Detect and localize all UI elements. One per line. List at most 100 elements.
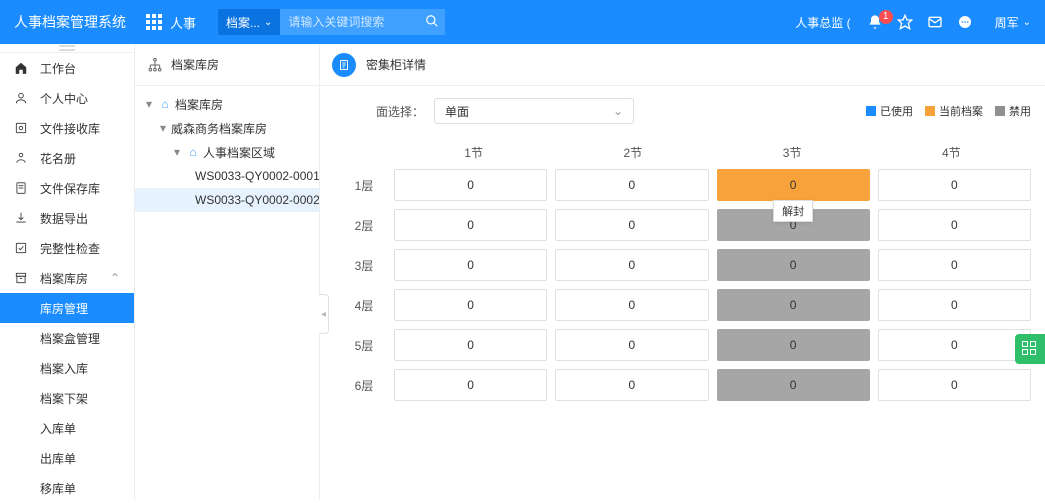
panel-collapse-handle[interactable]: ◂ [319, 294, 329, 334]
sidebar-item[interactable]: 文件保存库 [0, 173, 134, 203]
download-icon [14, 211, 32, 225]
grid-cell[interactable]: 0 [878, 369, 1031, 401]
row-label: 4层 [334, 297, 394, 314]
sidebar-item-label: 完整性检查 [40, 240, 100, 257]
notification-badge: 1 [879, 10, 893, 24]
app-title: 人事档案管理系统 [14, 12, 126, 32]
star-icon[interactable] [897, 14, 919, 30]
grid-cell[interactable]: 0 [717, 249, 870, 281]
qr-icon [1022, 341, 1038, 357]
bell-icon[interactable]: 1 [867, 14, 889, 30]
grid-cell[interactable]: 0 [555, 329, 708, 361]
search-input[interactable] [280, 9, 445, 35]
grid-cell[interactable]: 0 [878, 209, 1031, 241]
grid-cell[interactable]: 0 [394, 169, 547, 201]
grid-cell[interactable]: 0 [555, 249, 708, 281]
main-header: 密集柜详情 [320, 44, 1045, 86]
user-menu[interactable]: 周军 ⌄ [995, 14, 1031, 31]
user-name: 周军 [995, 14, 1019, 31]
hierarchy-icon [147, 57, 163, 73]
building-icon: ⌂ [157, 97, 173, 111]
tree-leaf-label: WS0033-QY0002-0001 [195, 169, 319, 183]
grid-cell[interactable]: 0 [555, 169, 708, 201]
grid-cell[interactable]: 0 [878, 169, 1031, 201]
apps-grid-icon[interactable] [146, 14, 162, 30]
sidebar-item[interactable]: 文件接收库 [0, 113, 134, 143]
qr-float-button[interactable] [1015, 334, 1045, 364]
legend-swatch-used [866, 106, 876, 116]
sidebar-item[interactable]: 档案库房⌃ [0, 263, 134, 293]
tree-node-area[interactable]: ▾ ⌂ 人事档案区域 [135, 140, 319, 164]
chevron-up-icon: ⌃ [110, 271, 120, 285]
sidebar-item-label: 个人中心 [40, 90, 88, 107]
archive-icon [14, 271, 32, 285]
tree-title: 档案库房 [171, 56, 219, 73]
sidebar-subitem[interactable]: 出库单 [0, 443, 134, 473]
sidebar-subitem[interactable]: 移库单 [0, 473, 134, 503]
tooltip: 解封 [773, 200, 813, 222]
tree-node-warehouse[interactable]: ▾ 威森商务档案库房 [135, 116, 319, 140]
row-label: 2层 [334, 217, 394, 234]
face-select-label: 面选择： [334, 103, 424, 120]
grid-row: 3层0000 [334, 249, 1031, 281]
grid-row: 6层0000 [334, 369, 1031, 401]
face-select[interactable]: 单面 ⌄ [434, 98, 634, 124]
sidebar-subitem[interactable]: 库房管理 [0, 293, 134, 323]
tree-collapse-icon: ▾ [157, 121, 169, 135]
tree-panel: 档案库房 ▾ ⌂ 档案库房 ▾ 威森商务档案库房 ▾ ⌂ 人事档案区域 WS00… [135, 44, 320, 500]
tree-leaf-label: WS0033-QY0002-0002 [195, 193, 319, 207]
grid-cell[interactable]: 0 [394, 289, 547, 321]
grid-cell[interactable]: 0 [555, 209, 708, 241]
sidebar-item-label: 花名册 [40, 150, 76, 167]
grid-cell[interactable]: 0 [394, 329, 547, 361]
grid-cell[interactable]: 0 [394, 369, 547, 401]
grid-cell[interactable]: 0 [555, 289, 708, 321]
tree-collapse-icon: ▾ [171, 145, 183, 159]
grid-cell[interactable]: 0解封 [717, 169, 870, 201]
tree-leaf[interactable]: WS0033-QY0002-0001 [135, 164, 319, 188]
doc-icon [14, 181, 32, 195]
sidebar-item[interactable]: 花名册 [0, 143, 134, 173]
grid-cell[interactable]: 0 [717, 289, 870, 321]
column-header: 4节 [872, 136, 1031, 169]
chat-icon[interactable] [957, 14, 979, 30]
module-name[interactable]: 人事 [170, 13, 196, 32]
column-header: 2节 [553, 136, 712, 169]
tree-node-label: 威森商务档案库房 [171, 120, 267, 137]
tree-leaf[interactable]: WS0033-QY0002-0002 [135, 188, 319, 212]
app-header: 人事档案管理系统 人事 档案... ⌄ 人事总监 ( 1 周军 [0, 0, 1045, 44]
sidebar-subitem[interactable]: 档案入库 [0, 353, 134, 383]
legend-swatch-current [925, 106, 935, 116]
sidebar-item[interactable]: 工作台 [0, 53, 134, 83]
sidebar-item[interactable]: 个人中心 [0, 83, 134, 113]
chevron-down-icon: ⌄ [1023, 17, 1031, 28]
grid-cell[interactable]: 0 [717, 369, 870, 401]
grid-cell[interactable]: 0 [878, 249, 1031, 281]
search-icon[interactable] [425, 14, 439, 28]
sidebar-subitem[interactable]: 入库单 [0, 413, 134, 443]
document-icon [332, 53, 356, 77]
sidebar-collapse-toggle[interactable] [0, 44, 134, 53]
sidebar-item-label: 数据导出 [40, 210, 88, 227]
grid-cell[interactable]: 0 [394, 209, 547, 241]
grid-cell[interactable]: 0 [878, 329, 1031, 361]
chevron-down-icon: ⌄ [613, 104, 623, 118]
grid-cell[interactable]: 0 [394, 249, 547, 281]
sidebar-item[interactable]: 数据导出 [0, 203, 134, 233]
search-scope-select[interactable]: 档案... ⌄ [218, 9, 280, 35]
sidebar-item[interactable]: 完整性检查 [0, 233, 134, 263]
grid-cell[interactable]: 0 [555, 369, 708, 401]
grid-cell[interactable]: 0 [878, 289, 1031, 321]
grid-row: 2层0000 [334, 209, 1031, 241]
grid-row: 4层0000 [334, 289, 1031, 321]
sidebar-subitem[interactable]: 档案盒管理 [0, 323, 134, 353]
tree-node-root[interactable]: ▾ ⌂ 档案库房 [135, 92, 319, 116]
legend-label: 禁用 [1009, 103, 1031, 119]
mail-icon[interactable] [927, 14, 949, 30]
sidebar: 工作台个人中心文件接收库花名册文件保存库数据导出完整性检查档案库房⌃ 库房管理档… [0, 44, 135, 500]
role-label[interactable]: 人事总监 ( [795, 14, 850, 31]
sidebar-item-label: 工作台 [40, 60, 76, 77]
grid-cell[interactable]: 0 [717, 329, 870, 361]
sidebar-subitem[interactable]: 档案下架 [0, 383, 134, 413]
main-title: 密集柜详情 [366, 56, 426, 73]
